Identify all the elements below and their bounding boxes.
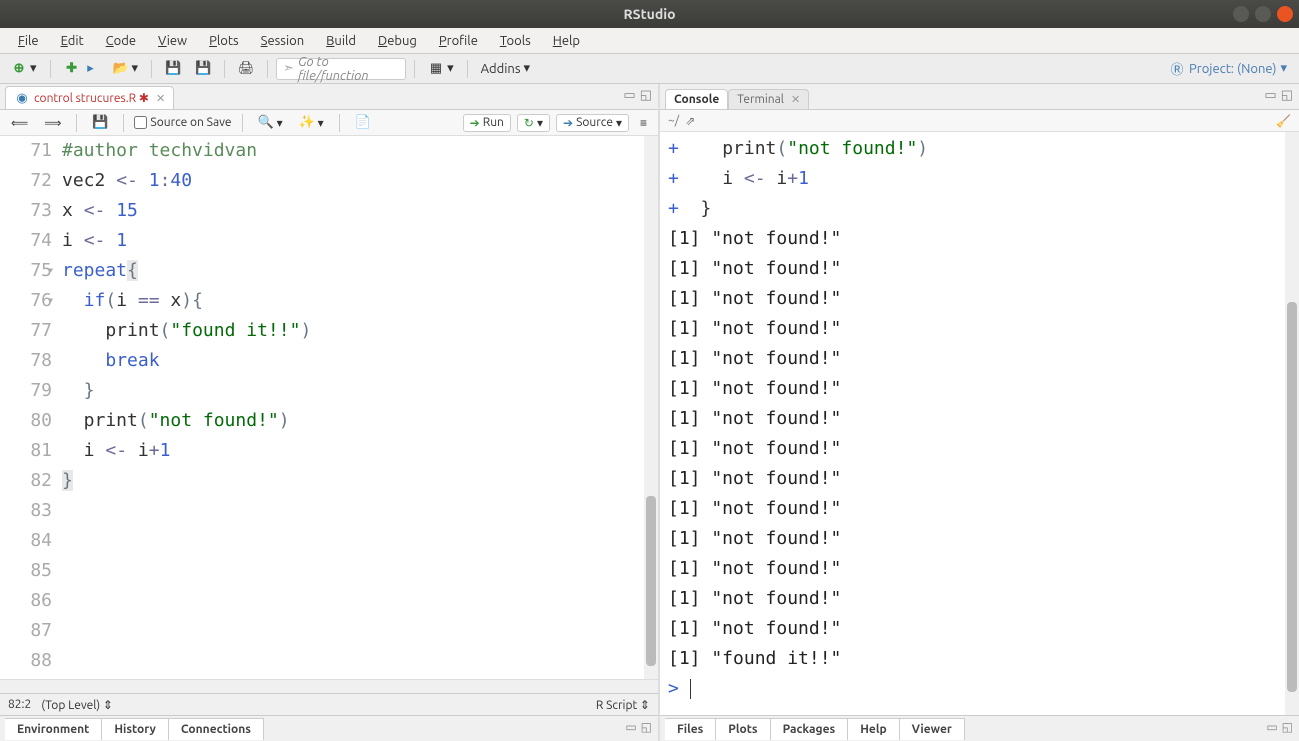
minimize-pane-icon[interactable]: ▭ bbox=[623, 88, 635, 103]
tab-history[interactable]: History bbox=[102, 718, 169, 740]
maximize-pane-icon[interactable]: ◱ bbox=[640, 88, 652, 103]
forward-button[interactable]: ⟹ bbox=[39, 114, 66, 132]
source-toolbar: ⟸ ⟹ 💾 Source on Save 🔍▾ ✨▾ 📄 ➔Run ↻▾ ➔So… bbox=[0, 110, 658, 136]
rerun-button[interactable]: ↻▾ bbox=[517, 114, 550, 132]
tab-help[interactable]: Help bbox=[848, 718, 899, 740]
maximize-pane-icon[interactable]: ◱ bbox=[1282, 720, 1293, 734]
console-scrollbar[interactable] bbox=[1285, 132, 1299, 715]
compile-report-button[interactable]: 📄 bbox=[350, 113, 376, 133]
menu-plots[interactable]: Plots bbox=[199, 31, 249, 51]
source-button[interactable]: ➔Source ▾ bbox=[556, 114, 629, 132]
menu-session[interactable]: Session bbox=[251, 31, 314, 51]
env-tabstrip: EnvironmentHistoryConnections ▭ ◱ bbox=[0, 715, 658, 741]
wand-button[interactable]: ✨▾ bbox=[294, 113, 329, 133]
files-tabstrip: FilesPlotsPackagesHelpViewer ▭ ◱ bbox=[660, 715, 1299, 741]
goto-file-input[interactable]: Go to file/function bbox=[276, 58, 406, 80]
tab-plots[interactable]: Plots bbox=[716, 718, 770, 740]
grid-button[interactable]: ▦▾ bbox=[423, 59, 459, 79]
menu-view[interactable]: View bbox=[148, 31, 197, 51]
source-tabstrip: ◉ control strucures.R ✱ ✕ ▭ ◱ bbox=[0, 84, 658, 110]
menu-tools[interactable]: Tools bbox=[490, 31, 541, 51]
project-selector[interactable]: ⓇProject: (None) ▾ bbox=[1163, 59, 1293, 79]
tab-label: control strucures.R ✱ bbox=[34, 91, 149, 105]
menu-help[interactable]: Help bbox=[543, 31, 590, 51]
save-button[interactable]: 💾 bbox=[160, 59, 186, 79]
addins-button[interactable]: Addins ▾ bbox=[476, 59, 535, 78]
run-button[interactable]: ➔Run bbox=[463, 114, 511, 132]
tab-close-icon[interactable]: ✕ bbox=[156, 92, 165, 105]
window-title: RStudio bbox=[623, 6, 675, 22]
tab-close-icon[interactable]: ✕ bbox=[791, 93, 800, 106]
tab-packages[interactable]: Packages bbox=[771, 718, 849, 740]
console-pane: Console Terminal✕ ▭ ◱ ~/ ⇗ 🧹 + print("not… bbox=[660, 84, 1299, 741]
menu-file[interactable]: File bbox=[8, 31, 49, 51]
back-button[interactable]: ⟸ bbox=[6, 114, 33, 132]
tab-console[interactable]: Console bbox=[665, 89, 728, 109]
language-selector[interactable]: R Script ⇕ bbox=[596, 698, 650, 712]
new-project-button[interactable]: ✚▸ bbox=[59, 59, 104, 79]
clear-console-icon[interactable]: 🧹 bbox=[1276, 114, 1291, 128]
r-file-icon: ◉ bbox=[14, 90, 30, 106]
code-editor[interactable]: 71727374757677787980818283848586878889 #… bbox=[0, 136, 658, 679]
outline-button[interactable]: ≡ bbox=[635, 114, 652, 132]
tab-files[interactable]: Files bbox=[665, 718, 716, 740]
minimize-pane-icon[interactable]: ▭ bbox=[625, 720, 636, 734]
close-button[interactable] bbox=[1277, 6, 1293, 22]
menu-profile[interactable]: Profile bbox=[429, 31, 488, 51]
minimize-pane-icon[interactable]: ▭ bbox=[1266, 720, 1277, 734]
menu-edit[interactable]: Edit bbox=[51, 31, 94, 51]
new-file-button[interactable]: ⊕▾ bbox=[6, 59, 42, 79]
open-file-button[interactable]: 📂▾ bbox=[108, 59, 144, 79]
console-path-bar: ~/ ⇗ 🧹 bbox=[660, 110, 1299, 132]
editor-hscroll[interactable] bbox=[0, 679, 658, 693]
find-button[interactable]: 🔍▾ bbox=[253, 113, 288, 133]
maximize-pane-icon[interactable]: ◱ bbox=[641, 720, 652, 734]
tab-terminal[interactable]: Terminal✕ bbox=[728, 89, 809, 109]
working-dir[interactable]: ~/ bbox=[668, 114, 679, 127]
cursor-position: 82:2 bbox=[8, 698, 31, 711]
source-on-save-checkbox[interactable]: Source on Save bbox=[134, 116, 231, 129]
tab-environment[interactable]: Environment bbox=[5, 718, 102, 740]
console-tabstrip: Console Terminal✕ ▭ ◱ bbox=[660, 84, 1299, 110]
main-toolbar: ⊕▾ ✚▸ 📂▾ 💾 💾 🖨 Go to file/function ▦▾ Ad… bbox=[0, 54, 1299, 84]
editor-scrollbar[interactable] bbox=[644, 136, 658, 679]
minimize-pane-icon[interactable]: ▭ bbox=[1264, 88, 1276, 103]
print-button[interactable]: 🖨 bbox=[233, 59, 259, 79]
menubar: FileEditCodeViewPlotsSessionBuildDebugPr… bbox=[0, 28, 1299, 54]
maximize-pane-icon[interactable]: ◱ bbox=[1281, 88, 1293, 103]
minimize-button[interactable] bbox=[1233, 6, 1249, 22]
scope-selector[interactable]: (Top Level) ⇕ bbox=[41, 698, 113, 712]
source-pane: ◉ control strucures.R ✱ ✕ ▭ ◱ ⟸ ⟹ 💾 Sour… bbox=[0, 84, 660, 741]
menu-code[interactable]: Code bbox=[96, 31, 146, 51]
popout-icon[interactable]: ⇗ bbox=[685, 114, 695, 128]
save-all-button[interactable]: 💾 bbox=[190, 59, 216, 79]
tab-connections[interactable]: Connections bbox=[169, 718, 264, 740]
tab-viewer[interactable]: Viewer bbox=[900, 718, 965, 740]
source-statusbar: 82:2 (Top Level) ⇕ R Script ⇕ bbox=[0, 693, 658, 715]
window-titlebar: RStudio bbox=[0, 0, 1299, 28]
menu-build[interactable]: Build bbox=[316, 31, 366, 51]
show-in-new-button[interactable]: 💾 bbox=[87, 113, 113, 133]
maximize-button[interactable] bbox=[1255, 6, 1271, 22]
source-tab[interactable]: ◉ control strucures.R ✱ ✕ bbox=[5, 86, 174, 109]
console-output[interactable]: + print("not found!") + i <- i+1 + } [1]… bbox=[660, 132, 1299, 715]
menu-debug[interactable]: Debug bbox=[368, 31, 427, 51]
